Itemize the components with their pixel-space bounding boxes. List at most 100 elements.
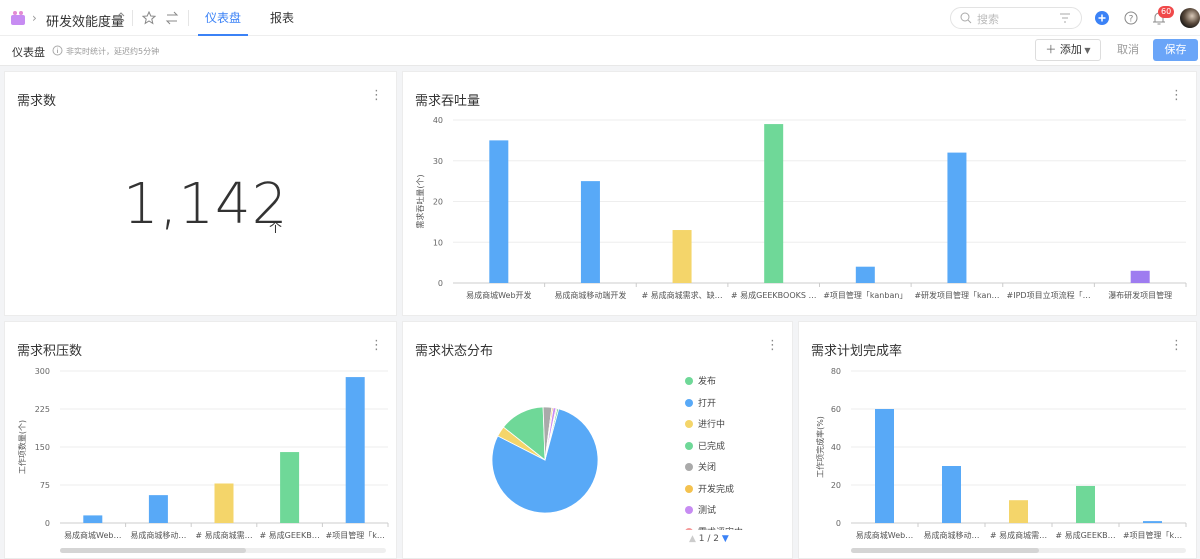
legend-marker (685, 463, 693, 471)
delay-hint: 非实时统计，延迟约5分钟 (66, 47, 160, 56)
more-options-icon[interactable]: ⋮ (1170, 338, 1183, 353)
legend-marker (685, 527, 693, 530)
add-widget-button[interactable]: ＋ 添加 ▼ (1035, 39, 1101, 61)
y-tick-label: 0 (836, 519, 841, 528)
product-logo-icon (11, 11, 25, 25)
x-tick-label: 易成商城Web开发 (466, 290, 531, 300)
bar (672, 230, 692, 283)
x-tick-label: # 易成商城需求、缺… (641, 290, 722, 300)
add-circle-icon[interactable] (1095, 11, 1109, 25)
dashboard-toolbar: 仪表盘 非实时统计，延迟约5分钟 ＋ 添加 ▼ 取消 保存 (0, 36, 1200, 66)
pager-next-icon[interactable]: ▼ (722, 534, 729, 544)
legend-label: 开发完成 (698, 484, 735, 495)
completion-chart: 0 20 40 60 80 工作项完成率(%) 易成商城Web… 易成商城移动… # 易成商城需… (815, 367, 1187, 540)
legend-item[interactable]: 需求评审中 (685, 525, 743, 531)
swap-icon[interactable] (165, 11, 179, 25)
bar (214, 483, 234, 523)
x-tick-label: # 易成商城需… (990, 530, 1047, 540)
breadcrumb-chevron-icon: › (32, 11, 37, 25)
help-icon[interactable]: ? (1124, 11, 1138, 25)
legend-label: 已完成 (698, 441, 726, 452)
bar (1076, 485, 1095, 523)
legend-item[interactable]: 测试 (685, 503, 716, 517)
bar (1130, 270, 1150, 283)
scrollbar-thumb[interactable] (60, 548, 246, 553)
avatar[interactable] (1180, 8, 1200, 28)
more-options-icon[interactable]: ⋮ (1170, 88, 1183, 103)
x-tick-label: #IPD项目立项流程「… (1007, 290, 1091, 300)
divider (132, 10, 133, 26)
bar (83, 515, 103, 523)
x-tick-label: 易成商城Web… (856, 530, 913, 540)
backlog-card: 需求积压数 ⋮ 0 75 150 225 300 工作项数量(个) 易成商城Web… 易成商城… (4, 321, 397, 559)
legend-item[interactable]: 关闭 (685, 460, 716, 474)
horizontal-scrollbar[interactable] (851, 548, 1186, 553)
y-tick-label: 10 (433, 238, 443, 247)
completion-rate-card: 需求计划完成率 ⋮ 0 20 40 60 80 工作项完成率(%) 易成商城Web… 易成商城… (798, 321, 1197, 559)
horizontal-scrollbar[interactable] (60, 548, 386, 553)
x-tick-label: 易成商城Web… (64, 530, 121, 540)
y-tick-label: 60 (831, 405, 841, 414)
bar (764, 124, 784, 283)
y-tick-label: 75 (40, 481, 50, 490)
scrollbar-thumb[interactable] (851, 548, 1039, 553)
status-pie-chart (491, 406, 599, 514)
x-tick-label: # 易成GEEKBOOKS … (731, 290, 817, 300)
legend-item[interactable]: 打开 (685, 396, 716, 410)
plus-icon: ＋ (1045, 43, 1060, 56)
bar (489, 140, 509, 283)
throughput-card: 需求吞吐量 ⋮ 0 10 20 30 40 需求吞吐量(个) 易成商城Web开发 易成商城移动… (402, 71, 1197, 316)
more-options-icon[interactable]: ⋮ (370, 338, 383, 353)
backlog-chart: 0 75 150 225 300 工作项数量(个) 易成商城Web… 易成商城移动… # 易成商… (17, 367, 389, 540)
legend-pager[interactable]: ▲ 1 / 2 ▼ (689, 534, 729, 544)
y-tick-label: 0 (438, 279, 443, 288)
y-tick-label: 20 (831, 481, 841, 490)
legend-item[interactable]: 开发完成 (685, 482, 734, 496)
search-placeholder: 搜索 (977, 13, 999, 26)
project-title[interactable]: 研发效能度量 (46, 11, 124, 30)
filter-icon[interactable] (1059, 13, 1071, 23)
bar (855, 266, 875, 283)
more-options-icon[interactable]: ⋮ (766, 338, 779, 353)
search-input[interactable]: 搜索 (950, 7, 1082, 29)
status-distribution-card: 需求状态分布 ⋮ 发布打开进行中已完成关闭开发完成测试需求评审中 ▲ 1 / 2… (402, 321, 793, 559)
legend-item[interactable]: 进行中 (685, 417, 725, 431)
info-icon (52, 45, 63, 56)
tab-reports[interactable]: 报表 (270, 0, 296, 36)
demand-count-unit: 个 (269, 221, 283, 236)
legend-marker (685, 420, 693, 428)
cancel-button[interactable]: 取消 (1110, 39, 1146, 61)
pie-legend: 发布打开进行中已完成关闭开发完成测试需求评审中 (685, 374, 785, 530)
y-tick-label: 80 (831, 367, 841, 376)
pager-text: 1 / 2 (698, 534, 720, 544)
legend-item[interactable]: 已完成 (685, 439, 725, 453)
star-icon[interactable] (142, 11, 156, 25)
bar (947, 152, 967, 283)
x-tick-label: #项目管理「k… (326, 530, 385, 540)
y-tick-label: 20 (433, 198, 443, 207)
x-tick-label: 易成商城移动… (924, 530, 980, 540)
pager-prev-icon[interactable]: ▲ (689, 534, 696, 544)
switch-project-icon[interactable] (116, 12, 126, 24)
save-button[interactable]: 保存 (1153, 39, 1198, 61)
dashboard-title: 仪表盘 (12, 46, 45, 59)
legend-marker (685, 506, 693, 514)
y-tick-label: 40 (831, 443, 841, 452)
legend-item[interactable]: 发布 (685, 374, 716, 388)
x-tick-label: 易成商城移动端开发 (554, 290, 626, 300)
add-widget-label: 添加 (1059, 43, 1082, 56)
tab-dashboard[interactable]: 仪表盘 (198, 0, 248, 36)
x-tick-label: 瀑布研发项目管理 (1108, 290, 1172, 300)
card-title: 需求数 (17, 94, 57, 109)
y-axis-label: 工作项完成率(%) (815, 416, 825, 478)
legend-label: 进行中 (698, 420, 726, 430)
legend-label: 关闭 (698, 463, 717, 473)
legend-label: 需求评审中 (698, 528, 743, 531)
search-icon (960, 12, 972, 24)
more-options-icon[interactable]: ⋮ (370, 88, 383, 103)
y-axis-label: 工作项数量(个) (17, 420, 27, 474)
x-tick-label: 易成商城移动… (130, 530, 186, 540)
y-tick-label: 225 (35, 405, 50, 414)
bar (148, 495, 168, 523)
divider (188, 10, 189, 26)
